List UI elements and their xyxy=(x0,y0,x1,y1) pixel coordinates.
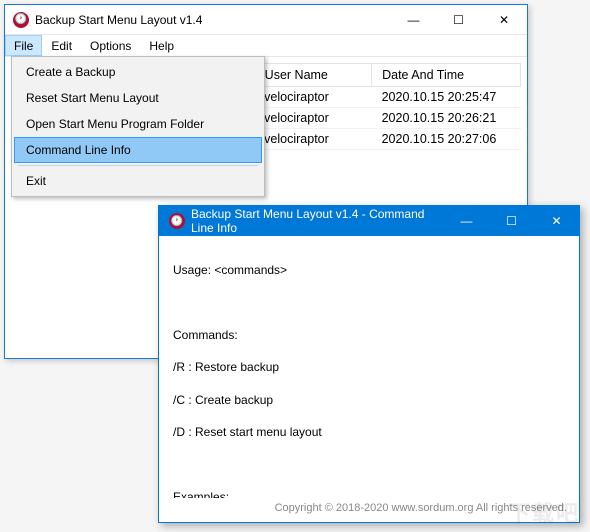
menu-help[interactable]: Help xyxy=(140,35,183,56)
sub-close-button[interactable]: ✕ xyxy=(534,206,579,236)
menu-file[interactable]: File xyxy=(5,35,42,56)
cell-user: velociraptor xyxy=(254,129,371,150)
sub-window-controls: — ☐ ✕ xyxy=(444,206,579,236)
command-line: /C : Create backup xyxy=(173,392,565,408)
file-menu-dropdown: Create a Backup Reset Start Menu Layout … xyxy=(11,56,265,197)
command-line-info-body: Usage: <commands> Commands: /R : Restore… xyxy=(159,236,579,498)
sub-titlebar[interactable]: 🕐 Backup Start Menu Layout v1.4 - Comman… xyxy=(159,206,579,236)
commands-header: Commands: xyxy=(173,327,565,343)
menu-item-exit[interactable]: Exit xyxy=(14,168,262,194)
menubar: File Edit Options Help xyxy=(5,35,527,57)
cell-datetime: 2020.10.15 20:25:47 xyxy=(372,87,521,108)
menu-item-command-line-info[interactable]: Command Line Info xyxy=(14,137,262,163)
examples-header: Examples: xyxy=(173,489,565,498)
command-line-info-window: 🕐 Backup Start Menu Layout v1.4 - Comman… xyxy=(158,205,580,523)
menu-options[interactable]: Options xyxy=(81,35,140,56)
window-controls: — ☐ ✕ xyxy=(391,5,527,34)
menu-edit[interactable]: Edit xyxy=(42,35,81,56)
maximize-button[interactable]: ☐ xyxy=(436,5,481,34)
app-icon: 🕐 xyxy=(13,12,29,28)
command-line: /R : Restore backup xyxy=(173,359,565,375)
close-button[interactable]: ✕ xyxy=(481,5,527,34)
main-titlebar[interactable]: 🕐 Backup Start Menu Layout v1.4 — ☐ ✕ xyxy=(5,5,527,35)
table-header-datetime[interactable]: Date And Time xyxy=(372,64,521,87)
menu-item-create-backup[interactable]: Create a Backup xyxy=(14,59,262,85)
menu-item-open-folder[interactable]: Open Start Menu Program Folder xyxy=(14,111,262,137)
app-icon: 🕐 xyxy=(169,213,185,229)
cell-user: velociraptor xyxy=(254,108,371,129)
usage-line: Usage: <commands> xyxy=(173,262,565,278)
sub-maximize-button[interactable]: ☐ xyxy=(489,206,534,236)
cell-datetime: 2020.10.15 20:26:21 xyxy=(372,108,521,129)
menu-item-reset-layout[interactable]: Reset Start Menu Layout xyxy=(14,85,262,111)
table-header-user[interactable]: User Name xyxy=(254,64,371,87)
main-title: Backup Start Menu Layout v1.4 xyxy=(35,13,391,27)
sub-minimize-button[interactable]: — xyxy=(444,206,489,236)
copyright-footer: Copyright © 2018-2020 www.sordum.org All… xyxy=(159,498,579,522)
cell-datetime: 2020.10.15 20:27:06 xyxy=(372,129,521,150)
command-line: /D : Reset start menu layout xyxy=(173,424,565,440)
minimize-button[interactable]: — xyxy=(391,5,436,34)
sub-title: Backup Start Menu Layout v1.4 - Command … xyxy=(191,207,444,235)
cell-user: velociraptor xyxy=(254,87,371,108)
menu-separator xyxy=(18,165,258,166)
